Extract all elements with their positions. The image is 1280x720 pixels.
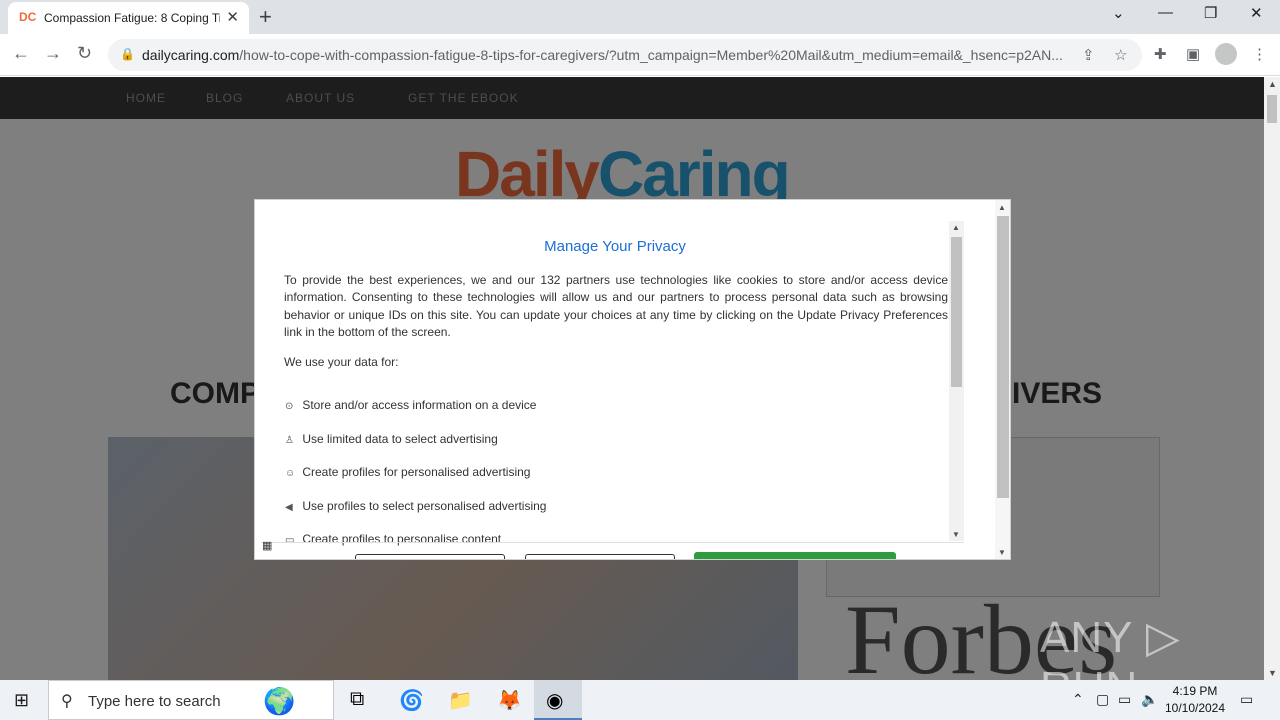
side-panel-icon[interactable]: ▣ [1186, 45, 1200, 63]
modal-scrollbar[interactable]: ▲ ▼ [995, 200, 1010, 559]
browser-tab[interactable]: DC Compassion Fatigue: 8 Coping Tips ✕ [8, 2, 249, 34]
close-tab-icon[interactable]: ✕ [226, 8, 239, 26]
purpose-item: ▭ Create profiles to personalise content [285, 532, 501, 546]
purpose-item: ♙ Use limited data to select advertising [285, 432, 498, 446]
extensions-icon[interactable]: ✚ [1154, 45, 1167, 63]
chrome-icon: ◉ [546, 690, 564, 712]
restore-button[interactable]: ❐ [1204, 4, 1217, 22]
network-icon[interactable]: ▭ [1118, 691, 1131, 708]
clock-time: 4:19 PM [1172, 684, 1218, 698]
forward-button[interactable]: → [44, 43, 62, 64]
data-use-label: We use your data for: [284, 355, 399, 369]
tab-search-icon[interactable]: ⌄ [1112, 4, 1125, 22]
device-icon[interactable]: ▢ [1096, 691, 1109, 708]
scroll-up-arrow-icon[interactable]: ▲ [998, 203, 1006, 212]
tab-title: Compassion Fatigue: 8 Coping Tips [44, 11, 220, 25]
browser-toolbar: ← → ↻ 🔒 dailycaring.com/how-to-cope-with… [0, 34, 1280, 76]
chrome-taskbar-item[interactable]: ◉ [534, 680, 582, 720]
secondary-button[interactable] [355, 554, 505, 559]
purpose-label: Use limited data to select advertising [302, 432, 498, 446]
volume-icon[interactable]: 🔈 [1141, 691, 1158, 708]
url-path: /how-to-cope-with-compassion-fatigue-8-t… [239, 47, 1063, 63]
new-tab-button[interactable]: + [259, 4, 272, 30]
system-clock[interactable]: 4:19 PM 10/10/2024 [1160, 683, 1230, 717]
content-icon: ▭ [285, 535, 295, 546]
profile-icon: ☺ [285, 468, 296, 479]
search-icon: ⚲ [61, 693, 73, 710]
windows-taskbar: ⊞ ⚲ Type here to search 🌍 ⧉ 🌀 📁 🦊 ◉ ⌃ ▢ … [0, 680, 1280, 720]
profile-avatar[interactable] [1215, 43, 1237, 65]
clock-date: 10/10/2024 [1164, 701, 1226, 715]
purpose-label: Store and/or access information on a dev… [302, 398, 537, 412]
scrollbar-thumb[interactable] [997, 216, 1009, 498]
url-host: dailycaring.com [142, 47, 240, 63]
notifications-icon[interactable]: ▭ [1240, 691, 1253, 708]
purpose-item: ⊙ Store and/or access information on a d… [285, 398, 536, 412]
windows-start-icon[interactable]: ⊞ [14, 690, 29, 711]
page-scrollbar[interactable]: ▲ ▼ [1264, 77, 1280, 680]
task-view-icon[interactable]: ⧉ [350, 688, 364, 711]
file-explorer-icon[interactable]: 📁 [448, 688, 473, 713]
reload-button[interactable]: ↻ [77, 43, 92, 64]
search-placeholder: Type here to search [88, 693, 221, 710]
scroll-up-arrow-icon[interactable]: ▲ [1268, 79, 1277, 89]
tab-strip: DC Compassion Fatigue: 8 Coping Tips ✕ +… [0, 0, 1280, 34]
search-highlight-icon: 🌍 [263, 686, 296, 716]
minimize-button[interactable]: — [1158, 4, 1173, 21]
address-bar[interactable]: 🔒 dailycaring.com/how-to-cope-with-compa… [108, 39, 1142, 71]
scroll-down-arrow-icon[interactable]: ▼ [952, 530, 960, 539]
bookmark-star-icon[interactable]: ☆ [1114, 46, 1127, 64]
edge-icon[interactable]: 🌀 [399, 688, 424, 713]
clock-icon: ⊙ [285, 401, 294, 412]
purpose-label: Use profiles to select personalised adve… [302, 499, 547, 513]
url-text[interactable]: dailycaring.com/how-to-cope-with-compass… [142, 47, 1072, 63]
qr-code-icon[interactable]: ▦ [262, 539, 272, 552]
privacy-modal: Manage Your Privacy To provide the best … [254, 199, 1011, 560]
secondary-button[interactable] [525, 554, 675, 559]
purpose-item: ◀ Use profiles to select personalised ad… [285, 499, 546, 513]
scrollbar-thumb[interactable] [1267, 95, 1277, 123]
divider [261, 542, 964, 543]
modal-title: Manage Your Privacy [544, 238, 686, 255]
tray-chevron-icon[interactable]: ⌃ [1072, 691, 1084, 708]
scroll-up-arrow-icon[interactable]: ▲ [952, 223, 960, 232]
scrollbar-thumb[interactable] [951, 237, 962, 387]
hand-icon: ♙ [285, 435, 294, 446]
modal-description: To provide the best experiences, we and … [284, 273, 948, 340]
lock-icon[interactable]: 🔒 [120, 47, 135, 61]
scroll-down-arrow-icon[interactable]: ▼ [998, 548, 1006, 557]
firefox-icon[interactable]: 🦊 [497, 688, 522, 713]
modal-content-scrollbar[interactable]: ▲ ▼ [949, 221, 964, 541]
purpose-label: Create profiles for personalised adverti… [302, 465, 531, 479]
taskbar-search-box[interactable]: ⚲ Type here to search 🌍 [48, 680, 334, 720]
purpose-item: ☺ Create profiles for personalised adver… [285, 465, 530, 479]
site-favicon-icon: DC [19, 10, 37, 24]
accept-button[interactable] [694, 552, 896, 559]
megaphone-icon: ◀ [285, 502, 293, 513]
menu-icon[interactable]: ⋮ [1252, 45, 1267, 63]
purpose-label: Create profiles to personalise content [302, 532, 502, 546]
share-icon[interactable]: ⇪ [1082, 46, 1095, 64]
back-button[interactable]: ← [12, 43, 30, 64]
close-window-button[interactable]: ✕ [1250, 4, 1263, 22]
